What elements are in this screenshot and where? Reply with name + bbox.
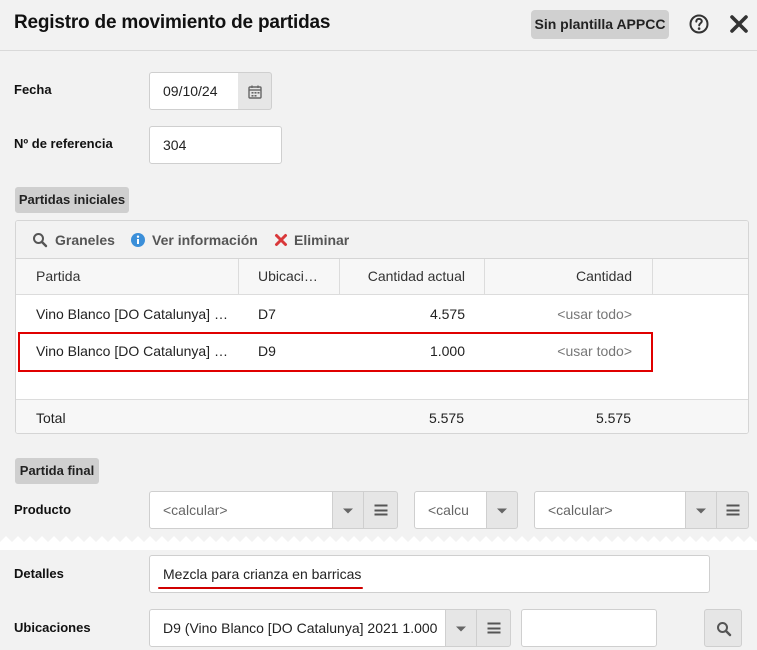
total-row: Total 5.575 5.575: [16, 399, 748, 433]
graneles-button[interactable]: Graneles: [55, 232, 115, 248]
eliminar-button[interactable]: Eliminar: [294, 232, 349, 248]
partida-final-section-label: Partida final: [15, 458, 99, 484]
fecha-input[interactable]: 09/10/24: [149, 72, 239, 110]
search-icon: [717, 622, 732, 637]
detalles-label: Detalles: [14, 566, 64, 581]
cell-cantidad[interactable]: <usar todo>: [486, 306, 632, 322]
dialog-title: Registro de movimiento de partidas: [14, 12, 331, 33]
combo-2-dropdown-button[interactable]: [486, 491, 518, 529]
column-divider: [339, 259, 340, 295]
table-row[interactable]: Vino Blanco [DO Catalunya] … D7 4.575 <u…: [16, 295, 748, 332]
referencia-label: Nº de referencia: [14, 136, 113, 151]
chevron-down-icon: [343, 508, 353, 514]
producto-dropdown-button[interactable]: [332, 491, 364, 529]
ubicaciones-combo[interactable]: D9 (Vino Blanco [DO Catalunya] 2021 1.00…: [149, 609, 446, 647]
partidas-grid: Graneles Ver información Eliminar Partid…: [15, 220, 749, 434]
partidas-iniciales-section-label: Partidas iniciales: [15, 187, 129, 213]
producto-combo-2[interactable]: <calcu: [414, 491, 487, 529]
column-divider: [238, 259, 239, 295]
column-header-ubicacion[interactable]: Ubicaci…: [258, 268, 318, 284]
calendar-icon: [248, 85, 262, 99]
ubicaciones-list-button[interactable]: [476, 609, 511, 647]
delete-icon: [274, 233, 288, 252]
grid-toolbar: Graneles Ver información Eliminar: [16, 221, 748, 259]
ubicaciones-search-button[interactable]: [704, 609, 742, 647]
chevron-down-icon: [696, 508, 706, 514]
producto-combo[interactable]: <calcular>: [149, 491, 333, 529]
grid-column-headers: Partida Ubicaci… Cantidad actual Cantida…: [16, 259, 748, 295]
column-header-cantidad-actual[interactable]: Cantidad actual: [340, 268, 465, 284]
total-label: Total: [36, 410, 66, 426]
total-cantidad: 5.575: [595, 410, 631, 426]
close-icon[interactable]: [728, 13, 750, 35]
ubicaciones-dropdown-button[interactable]: [445, 609, 477, 647]
column-divider: [484, 259, 485, 295]
column-divider: [652, 259, 653, 295]
ubicaciones-search-input[interactable]: [521, 609, 657, 647]
ver-informacion-button[interactable]: Ver información: [152, 232, 258, 248]
search-icon: [32, 232, 48, 253]
appcc-template-button[interactable]: Sin plantilla APPCC: [531, 10, 669, 39]
cell-ubicacion: D7: [258, 306, 276, 322]
help-icon[interactable]: [688, 13, 710, 35]
fecha-label: Fecha: [14, 82, 52, 97]
total-cantidad-actual: 5.575: [428, 410, 464, 426]
producto-label: Producto: [14, 502, 72, 517]
calendar-button[interactable]: [238, 72, 272, 110]
combo-3-list-button[interactable]: [716, 491, 749, 529]
combo-3-dropdown-button[interactable]: [685, 491, 717, 529]
info-icon: [130, 232, 146, 253]
list-icon: [726, 504, 739, 516]
chevron-down-icon: [456, 626, 466, 632]
column-header-partida[interactable]: Partida: [36, 268, 80, 284]
referencia-input[interactable]: 304: [149, 126, 282, 164]
producto-combo-3[interactable]: <calcular>: [534, 491, 686, 529]
list-icon: [374, 504, 387, 516]
ubicaciones-label: Ubicaciones: [14, 620, 91, 635]
detalles-red-underline: [158, 587, 363, 589]
producto-list-button[interactable]: [363, 491, 398, 529]
row-highlight-box: [18, 332, 653, 372]
list-icon: [487, 622, 500, 634]
cell-partida: Vino Blanco [DO Catalunya] …: [36, 306, 228, 322]
cut-separator: [0, 536, 757, 550]
cell-cantidad-actual: 4.575: [429, 306, 465, 322]
column-header-cantidad[interactable]: Cantidad: [486, 268, 632, 284]
chevron-down-icon: [497, 508, 507, 514]
